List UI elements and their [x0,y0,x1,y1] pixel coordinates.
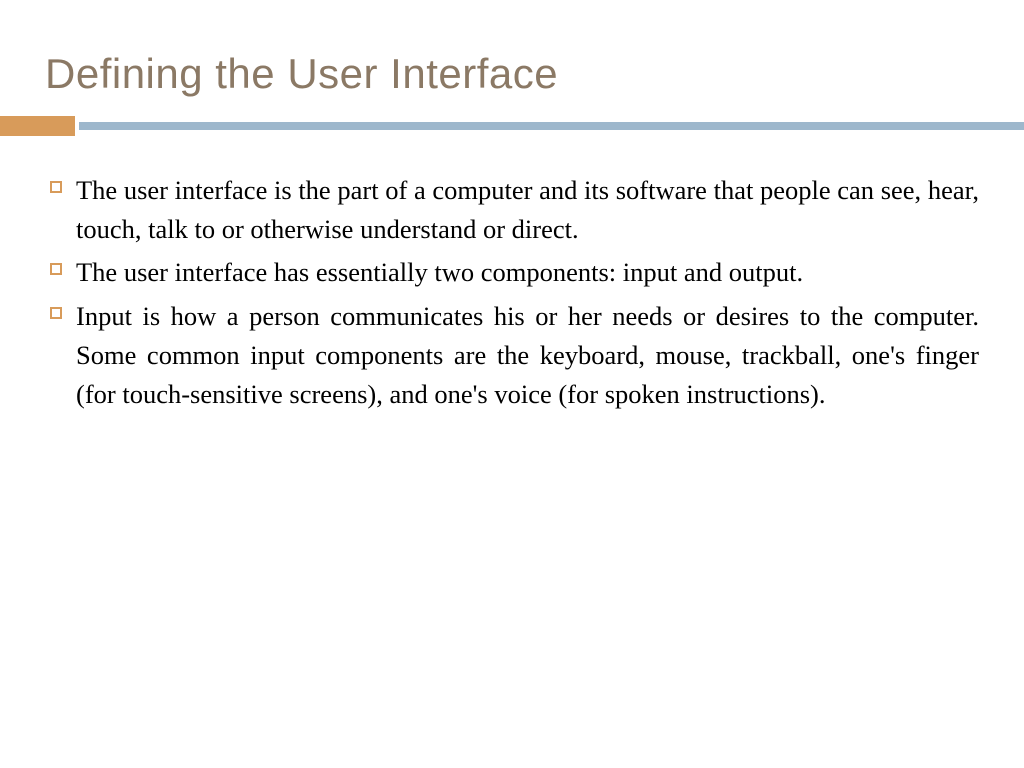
bullet-item: The user interface is the part of a comp… [50,171,979,249]
slide-title: Defining the User Interface [45,50,979,98]
square-bullet-icon [50,263,62,275]
bullet-item: The user interface has essentially two c… [50,253,979,292]
divider-bar [0,116,1024,136]
bullet-text: The user interface has essentially two c… [76,253,979,292]
divider-line [79,122,1024,130]
bullet-text: Input is how a person communicates his o… [76,297,979,415]
square-bullet-icon [50,307,62,319]
square-bullet-icon [50,181,62,193]
bullet-item: Input is how a person communicates his o… [50,297,979,415]
slide-container: Defining the User Interface The user int… [0,0,1024,768]
bullet-text: The user interface is the part of a comp… [76,171,979,249]
content-area: The user interface is the part of a comp… [45,171,979,414]
divider-accent-block [0,116,75,136]
